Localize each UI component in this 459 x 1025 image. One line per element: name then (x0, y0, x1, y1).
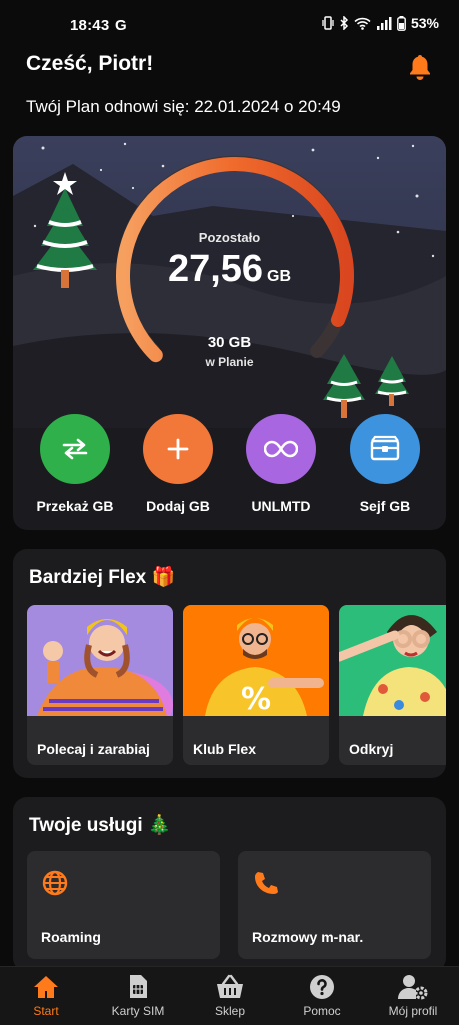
nav-profile-label: Mój profil (388, 1004, 438, 1018)
transfer-icon (40, 414, 110, 484)
plan-renewal-text: Twój Plan odnowi się: 22.01.2024 o 20:49 (26, 97, 341, 116)
nav-sim-cards[interactable]: Karty SIM (92, 967, 184, 1025)
greeting: Cześć, Piotr! (26, 52, 154, 75)
plan-caption: w Planie (205, 355, 254, 369)
vault-gb-button[interactable]: Sejf GB (333, 414, 437, 514)
transfer-gb-label: Przekaż GB (36, 498, 114, 514)
globe-icon (42, 870, 68, 896)
status-time: 18:43 (70, 17, 110, 34)
sim-card-icon (130, 975, 147, 998)
profile-settings-icon (398, 975, 428, 1000)
vibrate-icon (322, 16, 334, 30)
nav-start-label: Start (33, 1004, 59, 1018)
battery-icon (397, 15, 406, 31)
wifi-icon (354, 17, 371, 30)
nav-help-label: Pomoc (303, 1004, 341, 1018)
plan-size: 30 GB (207, 334, 252, 351)
status-icons: 53% (322, 15, 439, 31)
flex-card-referral-label: Polecaj i zarabiaj (37, 741, 150, 757)
service-roaming[interactable]: Roaming (27, 851, 220, 959)
add-gb-button[interactable]: Dodaj GB (126, 414, 230, 514)
infinity-icon (246, 414, 316, 484)
flex-card-club-label: Klub Flex (193, 741, 257, 757)
plus-icon (143, 414, 213, 484)
flex-card-discover-label: Odkryj (349, 741, 394, 757)
notification-bell-icon[interactable] (405, 52, 435, 82)
add-gb-label: Dodaj GB (146, 498, 210, 514)
unlmtd-button[interactable]: UNLMTD (229, 414, 333, 514)
referral-photo (27, 605, 173, 716)
services-section: Twoje usługi 🎄 Roaming Rozmowy m-nar. (13, 797, 446, 972)
bottom-navigation: Start Karty SIM Sklep Pomoc Mój profil (0, 966, 459, 1025)
services-section-title: Twoje usługi 🎄 (29, 815, 172, 836)
flex-card-discover[interactable]: Odkryj (339, 605, 446, 765)
remaining-label: Pozostało (198, 230, 261, 245)
help-icon (310, 975, 334, 999)
svg-text:%: % (241, 682, 271, 716)
nav-sim-cards-label: Karty SIM (111, 1004, 165, 1018)
data-usage-card: Pozostało 27,56 GB 30 GB w Planie Przekaż… (13, 136, 446, 530)
service-international-calls-label: Rozmowy m-nar. (252, 929, 364, 945)
club-flex-photo: % (183, 605, 329, 716)
nav-start[interactable]: Start (0, 967, 92, 1025)
transfer-gb-button[interactable]: Przekaż GB (23, 414, 127, 514)
battery-percent: 53% (410, 15, 439, 31)
signal-icon (376, 16, 392, 30)
remaining-data-value: 27,56 GB (13, 248, 446, 291)
carrier-g-icon: G (115, 17, 127, 34)
flex-card-referral[interactable]: Polecaj i zarabiaj (27, 605, 173, 765)
nav-shop-label: Sklep (214, 1004, 246, 1018)
unlmtd-label: UNLMTD (251, 498, 311, 514)
vault-gb-label: Sejf GB (359, 498, 411, 514)
remaining-number: 27,56 (167, 248, 264, 290)
service-international-calls[interactable]: Rozmowy m-nar. (238, 851, 431, 959)
nav-shop[interactable]: Sklep (184, 967, 276, 1025)
nav-profile[interactable]: Mój profil (367, 967, 459, 1025)
status-bar: 18:43 G 53% (0, 0, 459, 50)
vault-icon (350, 414, 420, 484)
nav-help[interactable]: Pomoc (276, 967, 368, 1025)
discover-photo (339, 605, 446, 716)
flex-card-club[interactable]: % Klub Flex (183, 605, 329, 765)
flex-section-title: Bardziej Flex 🎁 (29, 567, 176, 588)
remaining-unit: GB (267, 268, 292, 285)
phone-icon (255, 872, 278, 894)
basket-icon (217, 974, 243, 998)
home-icon (34, 976, 58, 998)
bluetooth-icon (340, 16, 349, 30)
service-roaming-label: Roaming (41, 929, 101, 945)
flex-section: Bardziej Flex 🎁 Polecaj i zarabiaj % Klu… (13, 549, 446, 778)
